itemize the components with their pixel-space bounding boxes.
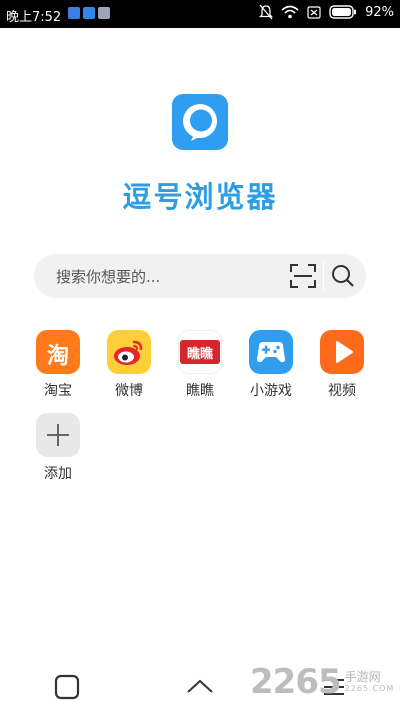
shortcut-video[interactable]: 视频 [307,330,377,400]
app-title: 逗号浏览器 [122,180,278,214]
sim-card-icon [307,5,321,19]
shortcut-taobao[interactable]: 淘 淘宝 [23,330,93,400]
shield-notification-icon [68,7,80,19]
scan-icon[interactable] [290,264,316,288]
shortcut-qiaoqiao[interactable]: 瞧瞧 瞧瞧 [165,330,235,400]
app-logo-icon [172,94,228,150]
shortcut-label: 淘宝 [44,383,72,399]
status-bar: 晚上7:52 92% [0,0,400,28]
watermark-text: 手游网 2265.COM [345,670,395,694]
search-input[interactable]: 搜索你想要的... [56,266,160,287]
storage-notification-icon [98,7,110,19]
tabs-button[interactable] [54,674,80,700]
shortcut-mini-games[interactable]: 小游戏 [236,330,306,400]
watermark-line2: 2265.COM [344,684,395,693]
shortcut-label: 小游戏 [250,383,292,399]
plus-icon[interactable] [36,413,80,457]
shortcut-label: 微博 [115,383,143,399]
taobao-icon[interactable]: 淘 [36,330,80,374]
chevron-up-icon[interactable] [186,677,214,695]
qiaoqiao-glyph: 瞧瞧 [186,347,213,362]
shortcut-weibo[interactable]: 微博 [94,330,164,400]
taobao-glyph: 淘 [46,344,69,369]
shortcut-label: 视频 [328,383,356,399]
search-bar[interactable]: 搜索你想要的... [34,254,366,298]
weibo-icon[interactable] [107,330,151,374]
shortcut-label: 添加 [44,466,72,482]
gamepad-icon[interactable] [249,330,293,374]
battery-percentage: 92% [365,4,394,20]
battery-icon [329,5,357,19]
shortcut-label: 瞧瞧 [186,383,214,399]
sync-notification-icon [83,7,95,19]
bell-muted-icon [259,4,274,20]
wifi-icon [281,5,299,19]
search-icon[interactable] [331,264,355,288]
watermark-line1: 手游网 [344,670,381,684]
shortcut-add[interactable]: 添加 [23,413,93,483]
status-notification-icons [68,7,110,19]
status-time: 晚上7:52 [6,10,62,25]
qiaoqiao-icon[interactable]: 瞧瞧 [178,330,222,374]
status-system-icons: 92% [259,4,394,20]
play-icon[interactable] [320,330,364,374]
watermark: 2265 手游网 2265.COM [250,660,394,704]
watermark-number: 2265 [250,662,342,702]
search-divider [323,260,324,292]
